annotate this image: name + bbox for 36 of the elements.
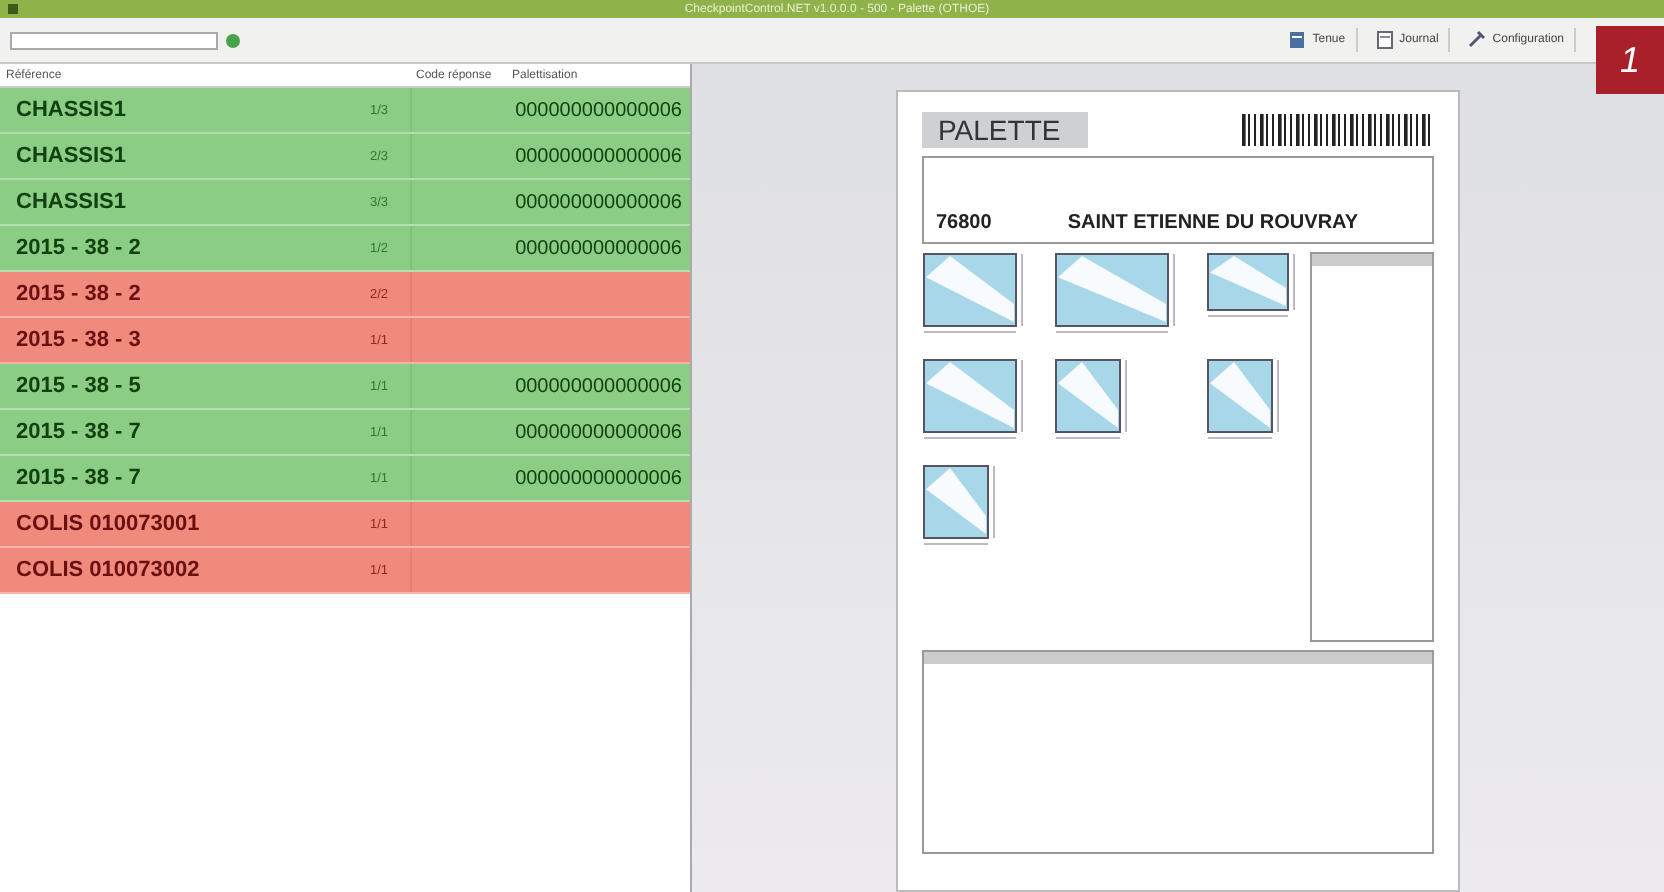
- reference-cell-text: 2015 - 38 - 7: [14, 420, 143, 444]
- reference-cell-text: CHASSIS1: [14, 144, 129, 168]
- palettisation-cell-text: 000000000000006: [513, 467, 684, 489]
- reference-cell-text: 2015 - 38 - 2: [14, 282, 143, 306]
- window-diagram-drawing: [1206, 252, 1298, 320]
- page-icon: [1375, 30, 1394, 50]
- reference-cell-text: 2015 - 38 - 7: [14, 466, 143, 490]
- app-icon: [8, 4, 18, 14]
- go-icon[interactable]: [226, 33, 240, 47]
- sheet-title: PALETTE: [922, 112, 1089, 148]
- palettisation-cell-text: 000000000000006: [513, 237, 684, 259]
- reference-cell-text: 2015 - 38 - 3: [14, 328, 143, 352]
- postcode-text: 76800: [936, 212, 992, 234]
- wrench-icon: [1468, 30, 1487, 50]
- barcode-icon: [1242, 114, 1434, 146]
- palettisation-cell-text: 000000000000006: [513, 99, 684, 121]
- reference-cell-text: CHASSIS1: [14, 98, 129, 122]
- reference-cell-text: 2015 - 38 - 5: [14, 374, 143, 398]
- palettisation-cell-text: 000000000000006: [513, 375, 684, 397]
- reference-cell-text: CHASSIS1: [14, 190, 129, 214]
- window-diagram-drawing: [922, 252, 1026, 336]
- palettisation-cell-text: 000000000000006: [513, 145, 684, 167]
- reference-cell-text: COLIS 010073002: [14, 558, 202, 582]
- city-text: SAINT ETIENNE DU ROUVRAY: [1067, 212, 1359, 234]
- palettisation-cell-text: 000000000000006: [513, 421, 684, 443]
- window-diagram-drawing: [1054, 358, 1130, 442]
- window-diagram-drawing: [922, 464, 998, 548]
- window-diagram-drawing: [1054, 252, 1178, 336]
- palettisation-cell-text: 000000000000006: [513, 191, 684, 213]
- search-field[interactable]: [10, 31, 218, 49]
- window-diagram-drawing: [1206, 358, 1282, 442]
- scanner-icon: [1288, 30, 1307, 50]
- reference-cell-text: 2015 - 38 - 2: [14, 236, 143, 260]
- reference-cell-text: COLIS 010073001: [14, 512, 202, 536]
- window-diagram-drawing: [922, 358, 1026, 442]
- figure-number: 1: [1619, 39, 1640, 81]
